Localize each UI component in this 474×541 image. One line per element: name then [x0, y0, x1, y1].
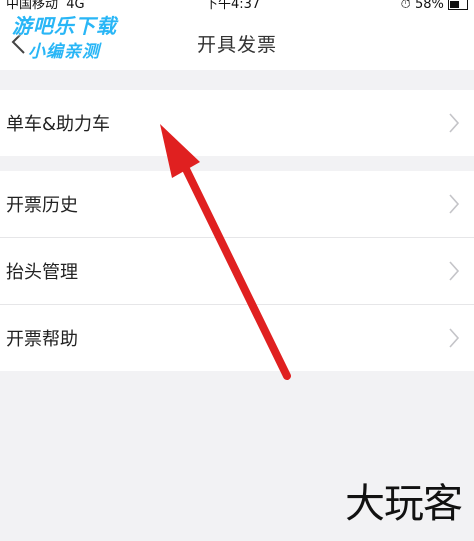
chevron-right-icon — [449, 261, 460, 281]
menu-item-invoice-history[interactable]: 开票历史 — [0, 171, 474, 238]
status-battery: ⏱ 58% — [401, 0, 468, 11]
chevron-right-icon — [449, 328, 460, 348]
menu-group-2: 开票历史 抬头管理 开票帮助 — [0, 171, 474, 371]
menu-group-1: 单车&助力车 — [0, 90, 474, 156]
watermark-top: 游吧乐下载 小编亲测 — [12, 10, 152, 62]
watermark-bottom: 大玩客 — [345, 481, 463, 527]
chevron-right-icon — [449, 194, 460, 214]
menu-item-bike[interactable]: 单车&助力车 — [0, 90, 474, 156]
chevron-right-icon — [449, 113, 460, 133]
menu-item-label: 开票帮助 — [6, 329, 78, 350]
menu-item-label: 开票历史 — [6, 195, 78, 216]
menu-item-invoice-help[interactable]: 开票帮助 — [0, 305, 474, 371]
menu-item-label: 单车&助力车 — [6, 114, 111, 135]
alarm-icon: ⏱ — [400, 0, 411, 12]
menu-item-label: 抬头管理 — [6, 262, 78, 283]
battery-icon — [448, 0, 468, 10]
menu-item-title-management[interactable]: 抬头管理 — [0, 238, 474, 305]
watermark-line2: 小编亲测 — [28, 42, 100, 62]
status-time: 下午4:37 — [205, 0, 261, 12]
watermark-line1: 游吧乐下载 — [12, 14, 117, 38]
